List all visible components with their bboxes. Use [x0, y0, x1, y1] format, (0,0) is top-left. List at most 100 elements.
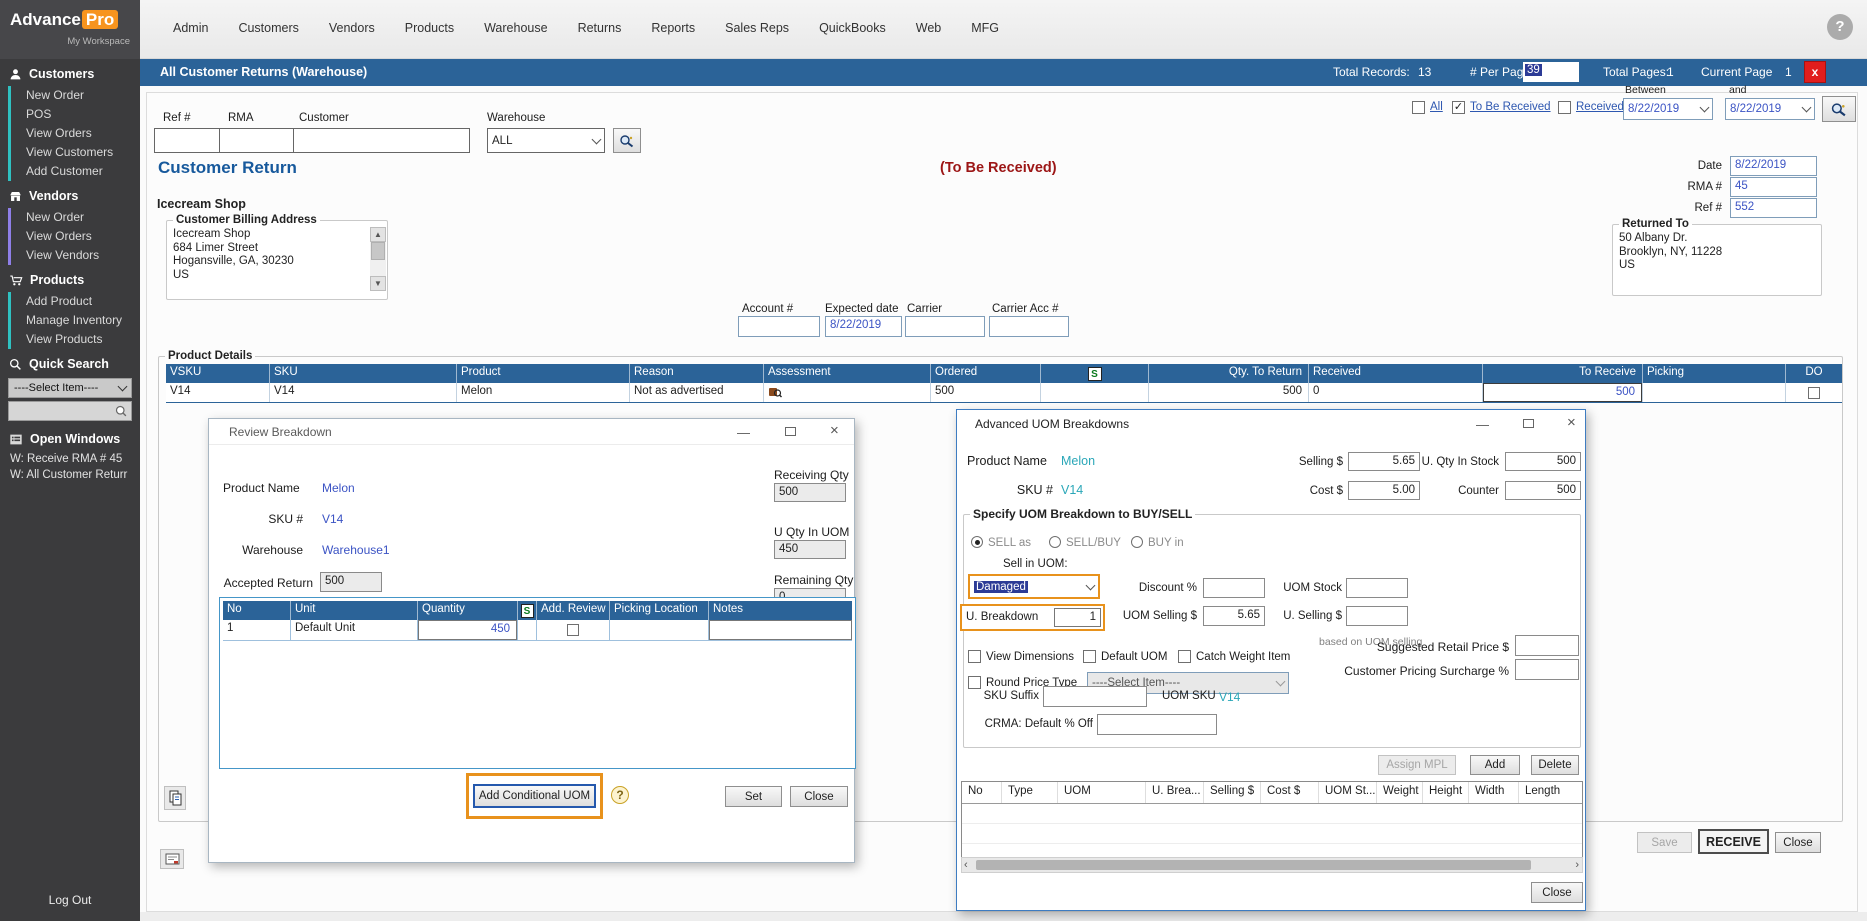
scroll-down-icon[interactable]: ▼: [370, 276, 386, 291]
default-uom-checkbox[interactable]: [1083, 650, 1096, 663]
do-checkbox[interactable]: [1808, 387, 1820, 399]
close-icon[interactable]: ×: [830, 424, 839, 437]
menu-returns[interactable]: Returns: [578, 21, 622, 35]
minimize-icon[interactable]: —: [1476, 418, 1489, 431]
received-checkbox-label[interactable]: Received: [1576, 101, 1624, 113]
sell-as-radio[interactable]: [971, 536, 983, 548]
sidebar-item-view-customers[interactable]: View Customers: [8, 143, 140, 162]
set-button[interactable]: Set: [725, 786, 782, 807]
rb-receiving-qty-input[interactable]: 500: [774, 483, 846, 502]
u-breakdown-input[interactable]: 1: [1054, 608, 1101, 627]
menu-reports[interactable]: Reports: [651, 21, 695, 35]
assign-mpl-button[interactable]: Assign MPL: [1378, 755, 1456, 775]
menu-admin[interactable]: Admin: [173, 21, 208, 35]
help-icon[interactable]: ?: [1827, 14, 1853, 40]
ref-input[interactable]: 552: [1730, 198, 1817, 218]
all-checkbox-label[interactable]: All: [1430, 101, 1443, 113]
filter-ref-input[interactable]: [154, 128, 220, 153]
sidebar-item-add-product[interactable]: Add Product: [8, 292, 140, 311]
menu-products[interactable]: Products: [405, 21, 454, 35]
received-checkbox[interactable]: [1558, 101, 1571, 114]
open-window-receive-rma[interactable]: W: Receive RMA # 45: [0, 451, 140, 467]
sidebar-item-view-products[interactable]: View Products: [8, 330, 140, 349]
filter-warehouse-select[interactable]: ALL: [487, 128, 605, 153]
discount-input[interactable]: [1203, 578, 1265, 598]
filter-rma-input[interactable]: [219, 128, 294, 153]
to-be-received-label[interactable]: To Be Received: [1470, 101, 1551, 113]
sidebar-item-manage-inventory[interactable]: Manage Inventory: [8, 311, 140, 330]
quick-search-input[interactable]: [8, 401, 132, 421]
rb-cell-picking[interactable]: [610, 620, 709, 640]
stock-input[interactable]: 500: [1505, 452, 1581, 471]
crma-input[interactable]: [1097, 714, 1217, 735]
help-icon[interactable]: ?: [611, 786, 629, 804]
expected-date-input[interactable]: 8/22/2019: [825, 316, 902, 337]
to-receive-input[interactable]: 500: [1483, 383, 1642, 402]
sidebar-item-vend-new-order[interactable]: New Order: [8, 208, 140, 227]
page-close-button[interactable]: Close: [1775, 832, 1821, 853]
rb-notes-input[interactable]: [709, 620, 852, 640]
menu-warehouse[interactable]: Warehouse: [484, 21, 547, 35]
rb-accepted-input[interactable]: 500: [320, 572, 382, 592]
close-page-button[interactable]: x: [1804, 61, 1826, 83]
sidebar-item-add-customer[interactable]: Add Customer: [8, 162, 140, 181]
sku-suffix-input[interactable]: [1043, 686, 1147, 707]
per-page-input[interactable]: 39: [1523, 62, 1579, 82]
counter-input[interactable]: 500: [1505, 481, 1581, 500]
menu-web[interactable]: Web: [916, 21, 941, 35]
note-icon[interactable]: [160, 849, 184, 869]
catch-weight-checkbox[interactable]: [1178, 650, 1191, 663]
date-from-select[interactable]: 8/22/2019: [1623, 98, 1713, 120]
sidebar-item-cust-view-orders[interactable]: View Orders: [8, 124, 140, 143]
buy-in-radio[interactable]: [1131, 536, 1143, 548]
scroll-up-icon[interactable]: ▲: [370, 227, 386, 242]
scroll-left-icon[interactable]: ‹: [964, 859, 968, 871]
minimize-icon[interactable]: —: [737, 426, 750, 439]
cell-assessment[interactable]: [764, 383, 931, 402]
date-search-button[interactable]: [1822, 96, 1856, 122]
filter-customer-input[interactable]: [293, 128, 470, 153]
srp-input[interactable]: [1515, 635, 1579, 656]
view-dimensions-checkbox[interactable]: [968, 650, 981, 663]
uom-add-button[interactable]: Add: [1470, 755, 1520, 775]
uom-dialog-titlebar[interactable]: Advanced UOM Breakdowns — ×: [957, 410, 1585, 436]
uom-stock-input[interactable]: [1346, 578, 1408, 598]
carrier-acc-input[interactable]: [989, 316, 1069, 337]
date-to-select[interactable]: 8/22/2019: [1725, 98, 1815, 120]
rb-quantity-input[interactable]: 450: [418, 620, 517, 640]
maximize-icon[interactable]: [785, 427, 796, 436]
selling-input[interactable]: 5.65: [1348, 452, 1420, 471]
all-checkbox[interactable]: [1412, 101, 1425, 114]
receive-button[interactable]: RECEIVE: [1698, 829, 1769, 854]
sidebar-item-pos[interactable]: POS: [8, 105, 140, 124]
uom-selling-input[interactable]: 5.65: [1203, 606, 1265, 626]
account-input[interactable]: [738, 316, 820, 337]
sell-buy-radio[interactable]: [1049, 536, 1061, 548]
sidebar-item-vend-view-orders[interactable]: View Orders: [8, 227, 140, 246]
menu-mfg[interactable]: MFG: [971, 21, 999, 35]
cost-input[interactable]: 5.00: [1348, 481, 1420, 500]
menu-quickbooks[interactable]: QuickBooks: [819, 21, 886, 35]
scroll-thumb[interactable]: [371, 242, 385, 260]
logout-button[interactable]: Log Out: [0, 893, 140, 907]
sidebar-item-view-vendors[interactable]: View Vendors: [8, 246, 140, 265]
rb-close-button[interactable]: Close: [790, 786, 848, 807]
menu-customers[interactable]: Customers: [238, 21, 298, 35]
rb-add-review-checkbox[interactable]: [567, 624, 579, 636]
to-be-received-checkbox[interactable]: ✓: [1452, 101, 1465, 114]
cell-picking[interactable]: [1643, 383, 1786, 402]
uom-close-button[interactable]: Close: [1531, 882, 1583, 903]
filter-search-button[interactable]: [613, 128, 641, 153]
add-conditional-uom-button[interactable]: Add Conditional UOM: [473, 784, 596, 808]
date-input[interactable]: 8/22/2019: [1730, 156, 1817, 176]
menu-vendors[interactable]: Vendors: [329, 21, 375, 35]
review-dialog-titlebar[interactable]: Review Breakdown — ×: [209, 419, 854, 445]
sidebar-item-cust-new-order[interactable]: New Order: [8, 86, 140, 105]
scroll-thumb[interactable]: [976, 860, 1531, 870]
sell-in-uom-select[interactable]: Damaged: [968, 574, 1100, 599]
rb-uqty-input[interactable]: 450: [774, 540, 846, 559]
rma-input[interactable]: 45: [1730, 177, 1817, 197]
u-selling-input[interactable]: [1346, 606, 1408, 626]
copy-document-icon[interactable]: [164, 786, 186, 810]
carrier-input[interactable]: [905, 316, 985, 337]
